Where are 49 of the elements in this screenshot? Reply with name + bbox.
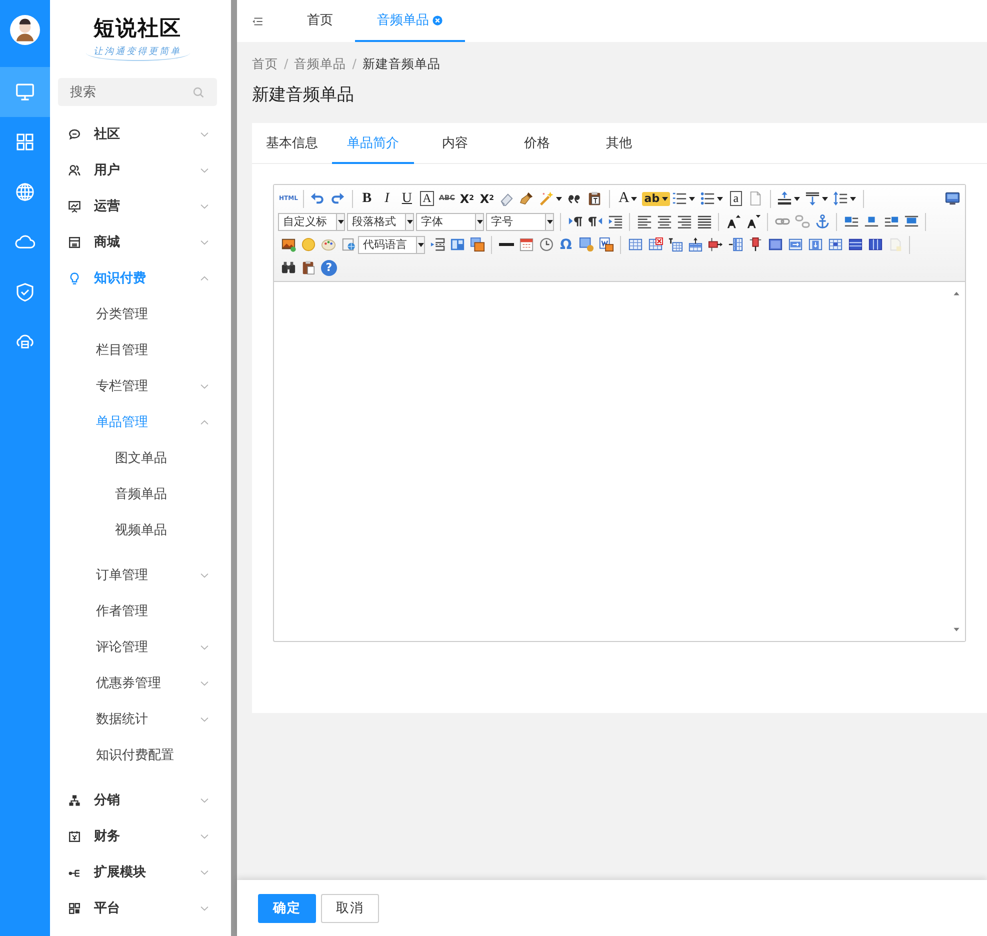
menu-item[interactable]: 知识付费配置	[50, 737, 225, 773]
menu-item[interactable]: 视频单品	[50, 512, 225, 548]
menu-item[interactable]: 用户	[50, 152, 225, 188]
search-field[interactable]: 搜索	[58, 78, 217, 106]
menu-item[interactable]: 分销	[50, 782, 225, 818]
form-tab[interactable]: 内容	[414, 123, 496, 164]
breadcrumb-link[interactable]: 音频单品	[294, 56, 346, 73]
format-button[interactable]: ab	[642, 192, 670, 206]
slogan: 让沟通变得更简单	[86, 45, 190, 61]
format-button[interactable]: A	[614, 188, 642, 208]
breadcrumb-separator: /	[352, 56, 356, 73]
menu-item[interactable]: 专栏管理	[50, 368, 225, 404]
page-tab[interactable]: 首页	[285, 0, 355, 42]
menu-item[interactable]: 平台	[50, 890, 225, 926]
logo: 短说社区	[94, 14, 182, 42]
breadcrumb-link[interactable]: 首页	[252, 56, 278, 73]
format-button[interactable]: Ω	[556, 234, 576, 254]
menu-item[interactable]: 图文单品	[50, 440, 225, 476]
menu-item[interactable]: 作者管理	[50, 593, 225, 629]
menu-item[interactable]: 扩展模块	[50, 854, 225, 890]
form-tab[interactable]: 基本信息	[252, 123, 332, 164]
menu-item[interactable]: 运营	[50, 188, 225, 224]
menu-item[interactable]: 评论管理	[50, 629, 225, 665]
help-button[interactable]: ?	[321, 260, 337, 276]
menu-item[interactable]: 优惠券管理	[50, 665, 225, 701]
breadcrumb-current: 新建音频单品	[362, 56, 440, 73]
dropdown[interactable]: 自定义标	[278, 212, 345, 230]
menu-item[interactable]: 商城	[50, 224, 225, 260]
format-button[interactable]: U	[396, 188, 417, 208]
menu-item[interactable]: 栏目管理	[50, 332, 225, 368]
dropdown[interactable]: 代码语言	[358, 236, 425, 254]
dropdown[interactable]: 字体	[416, 212, 484, 230]
format-button[interactable]: X$^{2}$	[456, 188, 477, 208]
menu-item[interactable]: 财务	[50, 818, 225, 854]
format-button[interactable]: a	[726, 188, 746, 208]
form-tab[interactable]: 价格	[496, 123, 578, 164]
menu-item[interactable]: 音频单品	[50, 476, 225, 512]
breadcrumb-separator: /	[284, 56, 288, 73]
menu-item[interactable]: 订单管理	[50, 557, 225, 593]
format-button[interactable]: B	[356, 188, 377, 208]
dropdown[interactable]: 段落格式	[347, 212, 414, 230]
cancel-button[interactable]: 取消	[321, 894, 379, 922]
menu-item[interactable]: 社区	[50, 116, 225, 152]
form-tab[interactable]: 其他	[578, 123, 660, 164]
dropdown[interactable]: 字号	[486, 212, 554, 230]
menu-item[interactable]: 数据统计	[50, 701, 225, 737]
page-title: 新建音频单品	[252, 84, 355, 106]
menu-item[interactable]: 分类管理	[50, 296, 225, 332]
format-button[interactable]: I	[376, 188, 397, 208]
